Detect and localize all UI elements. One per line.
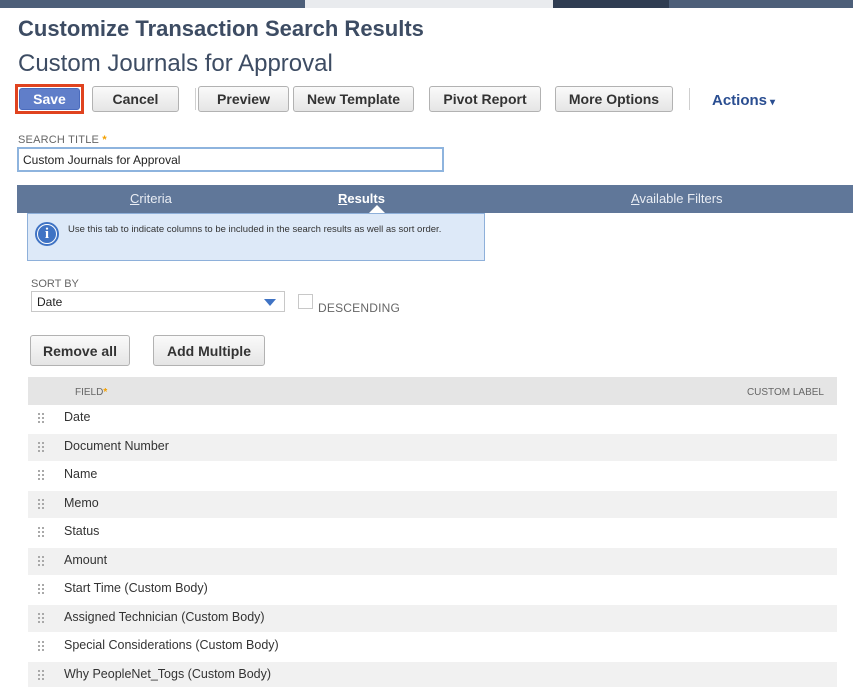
remove-all-button[interactable]: Remove all xyxy=(30,335,130,366)
search-title-input[interactable] xyxy=(17,147,444,172)
toolbar-divider xyxy=(689,88,690,110)
table-row[interactable]: Status xyxy=(28,519,837,548)
actions-menu[interactable]: Actions ▾ xyxy=(712,92,775,109)
results-fields-grid: FIELD* CUSTOM LABEL Date Document Number N… xyxy=(28,377,837,687)
pivot-report-button[interactable]: Pivot Report xyxy=(429,86,541,112)
actions-label: Actions xyxy=(712,92,768,109)
field-name: Document Number xyxy=(64,438,169,453)
table-row[interactable]: Assigned Technician (Custom Body) xyxy=(28,604,837,633)
record-title: Custom Journals for Approval xyxy=(18,50,333,77)
field-name: Special Considerations (Custom Body) xyxy=(64,638,279,652)
field-name: Why PeopleNet_Togs (Custom Body) xyxy=(64,666,272,681)
tab-filters-label: vailable Filters xyxy=(639,191,723,206)
drag-handle-icon[interactable] xyxy=(38,413,44,425)
drag-handle-icon[interactable] xyxy=(38,498,44,511)
dropdown-arrow-icon xyxy=(264,299,276,306)
table-row[interactable]: Document Number xyxy=(28,433,837,462)
drag-handle-icon[interactable] xyxy=(38,470,44,482)
sort-by-value: Date xyxy=(37,295,63,309)
top-strip xyxy=(0,0,853,8)
info-message: i Use this tab to indicate columns to be… xyxy=(27,213,485,261)
top-strip-segment xyxy=(669,0,853,8)
tab-results[interactable]: Results xyxy=(338,191,385,206)
grid-rows: Date Document Number Name Memo Status Amount S… xyxy=(28,405,837,687)
cancel-button[interactable]: Cancel xyxy=(92,86,179,112)
drag-handle-icon[interactable] xyxy=(38,527,44,539)
more-options-button[interactable]: More Options xyxy=(555,86,673,112)
tab-criteria-accesskey: C xyxy=(130,191,140,206)
field-name: Assigned Technician (Custom Body) xyxy=(64,609,265,624)
tab-criteria-label: riteria xyxy=(139,191,172,206)
info-icon: i xyxy=(35,222,59,246)
sort-by-select[interactable]: Date xyxy=(31,291,285,312)
grid-header: FIELD* CUSTOM LABEL xyxy=(28,377,837,405)
save-button[interactable]: Save xyxy=(19,88,80,110)
drag-handle-icon[interactable] xyxy=(38,669,44,682)
table-row[interactable]: Start Time (Custom Body) xyxy=(28,576,837,605)
drag-handle-icon[interactable] xyxy=(38,612,44,625)
tab-available-filters[interactable]: Available Filters xyxy=(631,191,723,206)
descending-checkbox[interactable] xyxy=(298,294,313,309)
tab-results-accesskey: R xyxy=(338,191,348,206)
top-strip-segment-active xyxy=(553,0,669,8)
field-name: Date xyxy=(64,410,91,424)
table-row[interactable]: Why PeopleNet_Togs (Custom Body) xyxy=(28,661,837,687)
field-header-text: FIELD xyxy=(75,387,104,398)
top-strip-segment xyxy=(0,0,305,8)
search-title-label: SEARCH TITLE * xyxy=(18,134,107,146)
descending-label: DESCENDING xyxy=(318,301,401,315)
drag-handle-icon[interactable] xyxy=(38,555,44,568)
custom-label-column-header: CUSTOM LABEL xyxy=(746,387,824,398)
subtab-bar: Criteria Results Available Filters xyxy=(17,185,853,213)
info-text: Use this tab to indicate columns to be i… xyxy=(68,224,442,235)
field-name: Name xyxy=(64,467,98,481)
caret-down-icon: ▾ xyxy=(770,97,776,108)
page-title: Customize Transaction Search Results xyxy=(18,16,424,41)
field-name: Amount xyxy=(64,552,108,567)
drag-handle-icon[interactable] xyxy=(38,641,44,653)
table-row[interactable]: Date xyxy=(28,405,837,434)
table-row[interactable]: Memo xyxy=(28,490,837,519)
new-template-button[interactable]: New Template xyxy=(293,86,414,112)
table-row[interactable]: Name xyxy=(28,462,837,491)
required-icon: * xyxy=(103,387,108,398)
field-name: Memo xyxy=(64,495,99,510)
drag-handle-icon[interactable] xyxy=(38,441,44,454)
drag-handle-icon[interactable] xyxy=(38,584,44,596)
active-tab-pointer xyxy=(369,205,385,213)
table-row[interactable]: Amount xyxy=(28,547,837,576)
search-title-label-text: SEARCH TITLE xyxy=(18,134,100,146)
add-multiple-button[interactable]: Add Multiple xyxy=(153,335,265,366)
required-icon: * xyxy=(102,134,107,146)
save-button-highlight: Save xyxy=(15,84,84,114)
field-name: Status xyxy=(64,524,100,538)
preview-button[interactable]: Preview xyxy=(198,86,289,112)
toolbar: Save Cancel Preview New Template Pivot R… xyxy=(15,84,845,114)
field-column-header: FIELD* xyxy=(75,387,107,398)
sort-by-label: SORT BY xyxy=(31,278,79,290)
toolbar-divider xyxy=(195,88,196,110)
field-name: Start Time (Custom Body) xyxy=(64,581,208,595)
tab-criteria[interactable]: Criteria xyxy=(130,191,172,206)
tab-results-label: esults xyxy=(347,191,385,206)
table-row[interactable]: Special Considerations (Custom Body) xyxy=(28,633,837,662)
